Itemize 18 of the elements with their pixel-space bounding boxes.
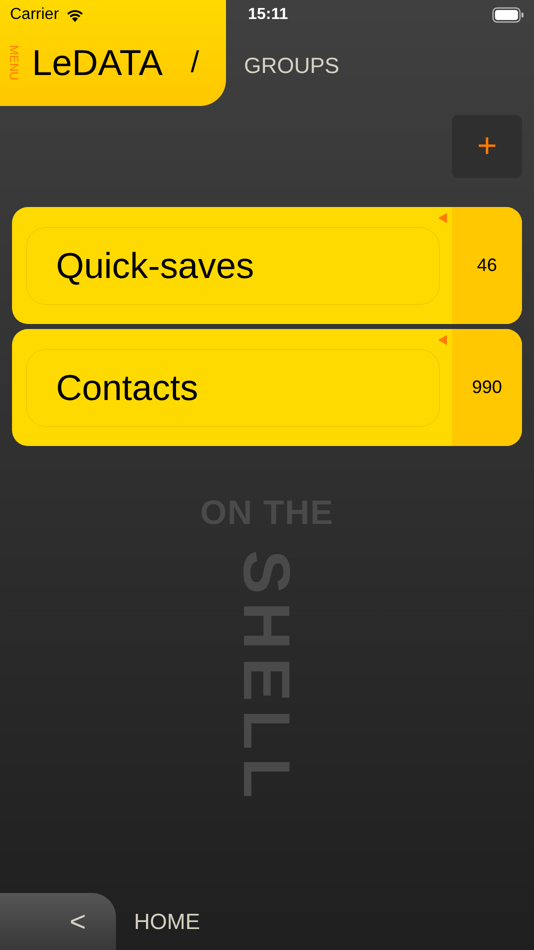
- battery-icon: [492, 7, 524, 23]
- back-button[interactable]: <: [0, 893, 116, 950]
- triangle-icon: [438, 213, 447, 223]
- group-name-field: Quick-saves: [26, 226, 440, 304]
- count-label: 990: [472, 376, 502, 399]
- group-card[interactable]: Quick-saves 46: [12, 207, 522, 324]
- add-button[interactable]: +: [452, 115, 522, 178]
- group-card[interactable]: Contacts 990: [12, 329, 522, 446]
- group-name-field: Contacts: [26, 348, 440, 426]
- location-label: HOME: [134, 908, 200, 936]
- carrier-label: Carrier: [10, 5, 59, 25]
- status-time: 15:11: [248, 5, 288, 25]
- count-label: 46: [476, 254, 498, 277]
- wifi-icon: [64, 8, 85, 22]
- app-title: LeDATA: [32, 45, 163, 81]
- path-separator: /: [190, 48, 200, 78]
- triangle-icon: [438, 335, 447, 345]
- page-title: GROUPS: [244, 55, 340, 77]
